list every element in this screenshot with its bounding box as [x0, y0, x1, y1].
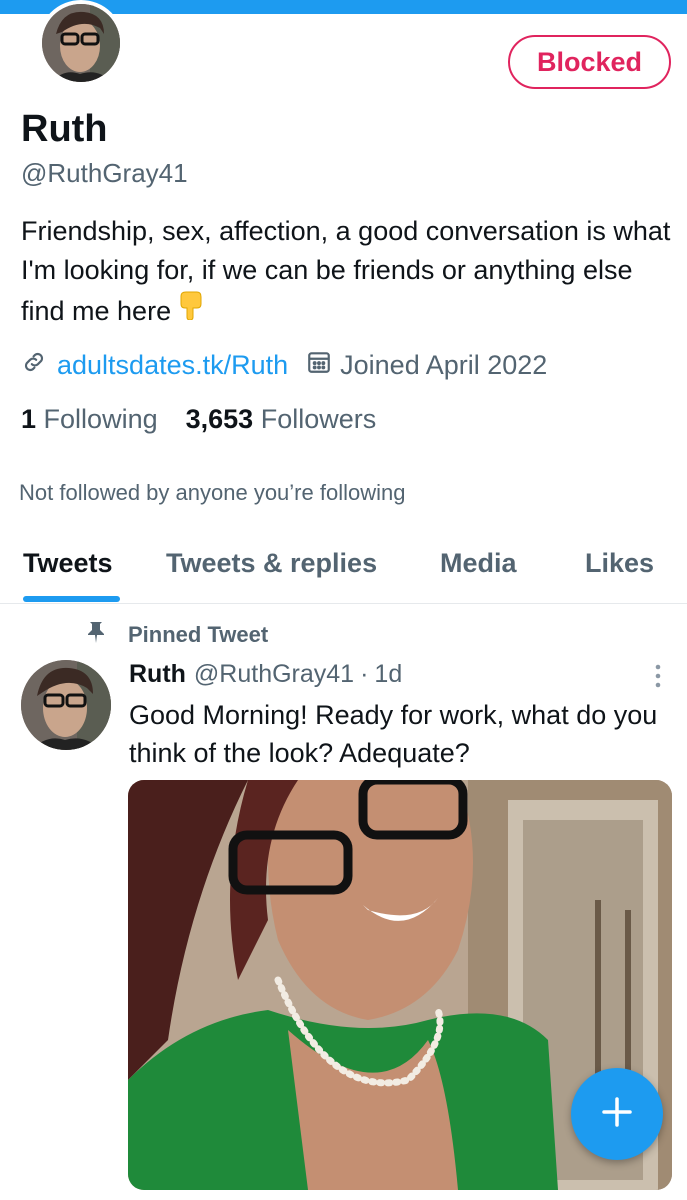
- tab-likes[interactable]: Likes: [585, 548, 654, 579]
- profile-tabs: Tweets Tweets & replies Media Likes: [0, 540, 687, 604]
- tweet-time[interactable]: 1d: [374, 660, 402, 689]
- following-count: 1: [21, 404, 37, 434]
- tweet-text: Good Morning! Ready for work, what do yo…: [129, 700, 658, 768]
- following-label: Following: [43, 404, 158, 434]
- pinned-tweet-label: Pinned Tweet: [128, 622, 269, 647]
- following-link[interactable]: 1 Following: [21, 404, 158, 435]
- profile-link[interactable]: adultsdates.tk/Ruth: [57, 350, 288, 381]
- tweet-author-handle[interactable]: @RuthGray41: [194, 660, 354, 689]
- profile-meta: adultsdates.tk/Ruth Joined April 2022: [21, 346, 547, 384]
- followers-label: Followers: [260, 404, 377, 434]
- profile-bio: Friendship, sex, affection, a good conve…: [21, 212, 671, 331]
- not-followed-notice: Not followed by anyone you’re following: [19, 480, 406, 505]
- tab-tweets-and-replies[interactable]: Tweets & replies: [166, 548, 377, 579]
- compose-tweet-button[interactable]: [571, 1068, 663, 1160]
- followers-link[interactable]: 3,653 Followers: [186, 404, 377, 435]
- pin-icon: [86, 620, 108, 650]
- tab-tweets[interactable]: Tweets: [23, 548, 113, 579]
- bio-text: Friendship, sex, affection, a good conve…: [21, 216, 671, 326]
- plus-icon: [600, 1095, 634, 1134]
- more-icon[interactable]: [648, 662, 668, 690]
- joined-date: Joined April 2022: [340, 349, 548, 380]
- point-down-emoji-icon: [177, 290, 203, 330]
- tab-media[interactable]: Media: [440, 548, 517, 579]
- tweet-author-name[interactable]: Ruth: [129, 660, 186, 689]
- pinned-tweet-label-row: Pinned Tweet: [86, 620, 268, 650]
- follow-stats: 1 Following 3,653 Followers: [21, 404, 376, 435]
- followers-count: 3,653: [185, 404, 254, 434]
- profile-handle: @RuthGray41: [21, 158, 188, 188]
- profile-display-name: Ruth: [21, 108, 108, 150]
- link-icon: [21, 349, 47, 382]
- profile-avatar-photo: [42, 4, 120, 82]
- blocked-button[interactable]: Blocked: [508, 35, 671, 89]
- tweet-separator-dot: ·: [360, 660, 369, 688]
- active-tab-indicator: [23, 596, 120, 602]
- tweet-avatar-photo: [21, 660, 111, 750]
- calendar-icon: [306, 349, 332, 382]
- profile-avatar[interactable]: [38, 0, 124, 86]
- tweet-header: Ruth @RuthGray41 · 1d: [129, 660, 402, 689]
- tweet-author-avatar[interactable]: [21, 660, 111, 750]
